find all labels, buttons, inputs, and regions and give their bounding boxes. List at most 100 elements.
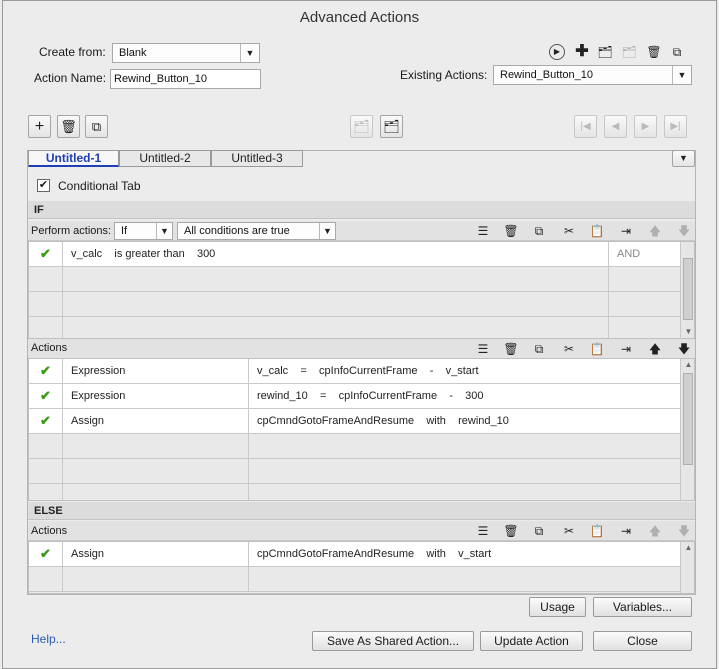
- add-tab-button[interactable]: +: [28, 115, 51, 138]
- perform-actions-label: Perform actions:: [31, 225, 112, 237]
- move-tab-right-icon[interactable]: 🗂: [380, 115, 403, 138]
- copy-icon[interactable]: ⧉: [530, 222, 548, 240]
- tab-untitled-3[interactable]: Untitled-3: [211, 150, 303, 167]
- if-label: IF: [34, 204, 44, 216]
- insert-row-icon[interactable]: ☰: [474, 522, 492, 540]
- move-down-icon[interactable]: 🡇: [675, 340, 693, 358]
- existing-actions-label: Existing Actions:: [400, 68, 488, 82]
- tab-untitled-2[interactable]: Untitled-2: [119, 150, 211, 167]
- insert-row-icon[interactable]: ☰: [474, 222, 492, 240]
- condition-mode-value: All conditions are true: [184, 225, 290, 237]
- move-up-icon[interactable]: 🡅: [646, 222, 664, 240]
- table-row[interactable]: ✔ Assign cpCmndGotoFrameAndResume with v…: [29, 542, 681, 567]
- duplicate-icon[interactable]: ⧉: [668, 43, 686, 61]
- if-section-header: [28, 201, 695, 219]
- condition-operator[interactable]: AND: [609, 242, 681, 267]
- paste-icon[interactable]: 📋: [588, 340, 606, 358]
- action-name-input[interactable]: Rewind_Button_10: [110, 69, 261, 89]
- dialog-title: Advanced Actions: [299, 9, 420, 26]
- create-from-dropdown[interactable]: Blank ▼: [112, 43, 260, 63]
- move-tab-left-icon[interactable]: 🗂: [350, 115, 373, 138]
- table-row[interactable]: [29, 317, 681, 338]
- check-icon[interactable]: ✔: [29, 359, 63, 384]
- delete-tab-icon[interactable]: 🗑: [57, 115, 80, 138]
- perform-actions-dropdown[interactable]: If ▼: [114, 222, 173, 240]
- action-type[interactable]: Expression: [63, 359, 249, 384]
- duplicate-tab-icon[interactable]: ⧉: [85, 115, 108, 138]
- export-action-icon[interactable]: 🗂: [620, 43, 638, 61]
- table-row[interactable]: [29, 459, 681, 484]
- check-icon[interactable]: ✔: [29, 542, 63, 567]
- prev-tab-icon[interactable]: ◀: [604, 115, 627, 138]
- next-tab-icon[interactable]: ▶: [634, 115, 657, 138]
- insert-after-icon[interactable]: ⇥: [617, 340, 635, 358]
- insert-after-icon[interactable]: ⇥: [617, 522, 635, 540]
- usage-button[interactable]: Usage: [529, 597, 586, 617]
- condition-mode-dropdown[interactable]: All conditions are true ▼: [177, 222, 336, 240]
- check-icon[interactable]: ✔: [29, 384, 63, 409]
- existing-actions-dropdown[interactable]: Rewind_Button_10 ▼: [493, 65, 692, 85]
- else-scrollbar[interactable]: ▲: [680, 542, 694, 593]
- table-row[interactable]: [29, 434, 681, 459]
- conditional-tab-checkbox[interactable]: ✔: [37, 179, 50, 192]
- chevron-down-icon: ▼: [240, 44, 259, 62]
- chevron-down-icon[interactable]: ▼: [681, 326, 694, 338]
- move-up-icon[interactable]: 🡅: [646, 340, 664, 358]
- move-up-icon[interactable]: 🡅: [646, 522, 664, 540]
- insert-after-icon[interactable]: ⇥: [617, 222, 635, 240]
- first-tab-icon[interactable]: |◀: [574, 115, 597, 138]
- table-row[interactable]: ✔ Expression v_calc = cpInfoCurrentFrame…: [29, 359, 681, 384]
- table-row[interactable]: ✔ Assign cpCmndGotoFrameAndResume with r…: [29, 409, 681, 434]
- table-row[interactable]: ✔ Expression rewind_10 = cpInfoCurrentFr…: [29, 384, 681, 409]
- paste-icon[interactable]: 📋: [588, 522, 606, 540]
- save-shared-action-button[interactable]: Save As Shared Action...: [312, 631, 474, 651]
- add-action-icon[interactable]: ✚: [573, 43, 591, 61]
- tab-untitled-1[interactable]: Untitled-1: [28, 150, 119, 167]
- chevron-up-icon[interactable]: ▲: [681, 542, 694, 554]
- close-button[interactable]: Close: [593, 631, 692, 651]
- trash-icon[interactable]: 🗑: [502, 340, 520, 358]
- conditions-scrollbar[interactable]: ▼: [680, 242, 694, 338]
- cut-icon[interactable]: ✂: [560, 340, 578, 358]
- variables-button[interactable]: Variables...: [593, 597, 692, 617]
- import-action-icon[interactable]: 🗂: [596, 43, 614, 61]
- existing-actions-value: Rewind_Button_10: [500, 69, 593, 81]
- check-icon[interactable]: ✔: [29, 409, 63, 434]
- paste-icon[interactable]: 📋: [588, 222, 606, 240]
- copy-icon[interactable]: ⧉: [530, 522, 548, 540]
- trash-icon[interactable]: 🗑: [502, 522, 520, 540]
- table-row[interactable]: [29, 567, 681, 592]
- cut-icon[interactable]: ✂: [560, 522, 578, 540]
- trash-icon[interactable]: 🗑: [502, 222, 520, 240]
- move-down-icon[interactable]: 🡇: [675, 522, 693, 540]
- update-action-button[interactable]: Update Action: [480, 631, 583, 651]
- action-statement: cpCmndGotoFrameAndResume with v_start: [249, 542, 681, 567]
- create-from-value: Blank: [119, 47, 147, 59]
- table-row[interactable]: [29, 267, 681, 292]
- table-row[interactable]: ✔ v_calc is greater than 300 AND: [29, 242, 681, 267]
- action-type[interactable]: Expression: [63, 384, 249, 409]
- move-down-icon[interactable]: 🡇: [675, 222, 693, 240]
- last-tab-icon[interactable]: ▶|: [664, 115, 687, 138]
- condition-text: v_calc is greater than 300: [63, 242, 609, 267]
- insert-row-icon[interactable]: ☰: [474, 340, 492, 358]
- copy-icon[interactable]: ⧉: [530, 340, 548, 358]
- chevron-up-icon[interactable]: ▲: [681, 359, 694, 371]
- check-icon[interactable]: ✔: [29, 242, 63, 267]
- preview-play-icon[interactable]: ▶: [549, 44, 565, 60]
- actions-grid: ✔ Expression v_calc = cpInfoCurrentFrame…: [28, 358, 695, 501]
- tabs-menu-button[interactable]: ▼: [672, 150, 695, 167]
- trash-icon[interactable]: 🗑: [645, 43, 663, 61]
- action-type[interactable]: Assign: [63, 542, 249, 567]
- conditional-tab-label: Conditional Tab: [58, 179, 141, 193]
- else-section-header: [28, 502, 695, 520]
- chevron-down-icon: ▼: [672, 66, 691, 84]
- chevron-down-icon: ▼: [156, 223, 172, 239]
- actions-scrollbar[interactable]: ▲: [680, 359, 694, 500]
- action-type[interactable]: Assign: [63, 409, 249, 434]
- help-link[interactable]: Help...: [31, 632, 66, 646]
- table-row[interactable]: [29, 484, 681, 500]
- else-actions-label: Actions: [31, 525, 68, 537]
- cut-icon[interactable]: ✂: [560, 222, 578, 240]
- table-row[interactable]: [29, 292, 681, 317]
